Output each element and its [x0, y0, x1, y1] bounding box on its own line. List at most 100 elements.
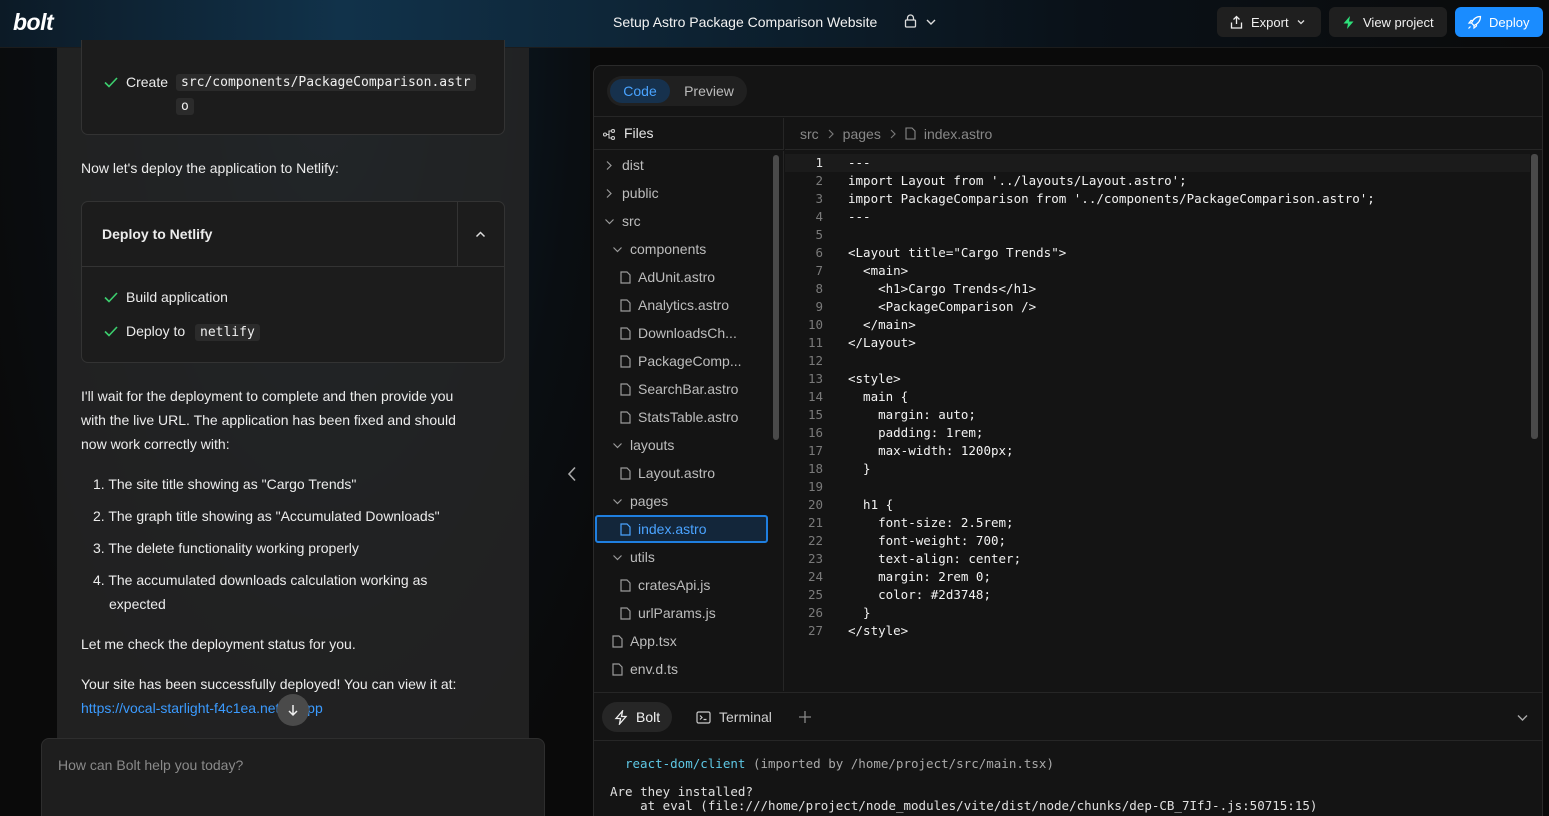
bolt-logo[interactable]: bolt — [13, 9, 54, 36]
deploy-step-label: Build application — [126, 289, 228, 305]
line-number: 23 — [807, 551, 823, 566]
view-switcher: Code Preview — [607, 76, 747, 106]
export-button[interactable]: Export — [1217, 7, 1321, 37]
tree-item-label: Analytics.astro — [638, 297, 730, 313]
plus-icon[interactable] — [798, 710, 812, 724]
code-line[interactable]: </style> — [848, 622, 1375, 640]
code-line[interactable]: } — [848, 604, 1375, 622]
folder-item[interactable]: components — [594, 235, 768, 263]
code-line[interactable]: color: #2d3748; — [848, 586, 1375, 604]
chevron-left-icon[interactable] — [566, 466, 578, 482]
scroll-to-bottom-button[interactable] — [277, 694, 309, 726]
file-item[interactable]: env.d.ts — [594, 655, 768, 683]
code-line[interactable] — [848, 352, 1375, 370]
code-line[interactable]: font-weight: 700; — [848, 532, 1375, 550]
files-label: Files — [624, 125, 654, 141]
code-line[interactable]: main { — [848, 388, 1375, 406]
code-line[interactable]: margin: 2rem 0; — [848, 568, 1375, 586]
prompt-input[interactable] — [58, 757, 528, 773]
tab-terminal[interactable]: Terminal — [684, 702, 784, 732]
project-title[interactable]: Setup Astro Package Comparison Website — [613, 14, 877, 30]
tree-item-label: App.tsx — [630, 633, 677, 649]
divider — [457, 202, 458, 267]
code-line[interactable]: --- — [848, 154, 1375, 172]
file-icon — [620, 466, 631, 480]
code-line[interactable]: </Layout> — [848, 334, 1375, 352]
file-item[interactable]: Layout.astro — [594, 459, 768, 487]
code-line[interactable]: } — [848, 460, 1375, 478]
lock-icon[interactable] — [904, 14, 917, 28]
deploy-target-code: netlify — [195, 324, 260, 341]
line-number: 6 — [815, 245, 823, 260]
view-project-button[interactable]: View project — [1329, 7, 1447, 37]
code-line[interactable]: import PackageComparison from '../compon… — [848, 190, 1375, 208]
code-line[interactable]: --- — [848, 208, 1375, 226]
file-item[interactable]: index.astro — [595, 515, 768, 543]
folder-item[interactable]: layouts — [594, 431, 768, 459]
file-item[interactable]: SearchBar.astro — [594, 375, 768, 403]
list-item: 4. The accumulated downloads calculation… — [93, 572, 428, 588]
terminal-output[interactable]: react-dom/client (imported by /home/proj… — [594, 742, 1542, 816]
workbench-header: Code Preview — [594, 66, 1542, 117]
line-number: 3 — [815, 191, 823, 206]
file-item[interactable]: StatsTable.astro — [594, 403, 768, 431]
chevron-right-icon — [828, 129, 834, 138]
file-item[interactable]: urlParams.js — [594, 599, 768, 627]
tab-code[interactable]: Code — [610, 79, 670, 103]
line-number: 10 — [807, 317, 823, 332]
code-line[interactable]: <PackageComparison /> — [848, 298, 1375, 316]
deploy-button[interactable]: Deploy — [1455, 7, 1543, 37]
check-icon — [104, 292, 118, 303]
code-line[interactable]: <h1>Cargo Trends</h1> — [848, 280, 1375, 298]
tree-item-label: urlParams.js — [638, 605, 716, 621]
chevron-up-icon[interactable] — [474, 228, 487, 241]
code-line[interactable]: import Layout from '../layouts/Layout.as… — [848, 172, 1375, 190]
check-icon — [104, 77, 118, 88]
tree-item-label: pages — [630, 493, 669, 509]
tree-item-label: components — [630, 241, 707, 257]
file-item[interactable]: PackageComp... — [594, 347, 768, 375]
chevron-down-icon[interactable] — [1516, 711, 1529, 724]
chevron-down-icon[interactable] — [925, 16, 937, 28]
file-tree-scrollbar[interactable] — [773, 155, 779, 440]
code-line[interactable]: h1 { — [848, 496, 1375, 514]
wait-paragraph-line: I'll wait for the deployment to complete… — [81, 388, 454, 404]
folder-item[interactable]: utils — [594, 543, 768, 571]
breadcrumb-item[interactable]: pages — [843, 126, 881, 142]
code-editor[interactable]: 1 2 3 4 5 6 7 8 9 10 11 12 13 14 15 16 17 18 19 20 21 22 23 24 2… — [785, 151, 1542, 691]
code-line[interactable]: padding: 1rem; — [848, 424, 1375, 442]
tab-preview[interactable]: Preview — [677, 79, 741, 103]
code-line[interactable] — [848, 226, 1375, 244]
terminal-module: react-dom/client — [625, 756, 746, 771]
folder-item[interactable]: public — [594, 179, 768, 207]
code-line[interactable]: font-size: 2.5rem; — [848, 514, 1375, 532]
chevron-down-icon — [613, 246, 622, 252]
line-number: 26 — [807, 605, 823, 620]
rocket-icon — [1467, 15, 1482, 29]
code-line[interactable]: margin: auto; — [848, 406, 1375, 424]
editor-scrollbar[interactable] — [1531, 154, 1538, 439]
folder-item[interactable]: dist — [594, 151, 768, 179]
code-line[interactable]: text-align: center; — [848, 550, 1375, 568]
tab-bolt[interactable]: Bolt — [602, 702, 673, 732]
breadcrumb-item[interactable]: index.astro — [924, 126, 992, 142]
code-line[interactable]: </main> — [848, 316, 1375, 334]
code-content[interactable]: --- import Layout from '../layouts/Layout… — [848, 154, 1375, 640]
folder-item[interactable]: src — [594, 207, 768, 235]
code-line[interactable]: max-width: 1200px; — [848, 442, 1375, 460]
code-line[interactable] — [848, 478, 1375, 496]
tree-item-label: layouts — [630, 437, 675, 453]
chevron-down-icon — [613, 442, 622, 448]
code-line[interactable]: <style> — [848, 370, 1375, 388]
file-item[interactable]: DownloadsCh... — [594, 319, 768, 347]
code-line[interactable]: <Layout title="Cargo Trends"> — [848, 244, 1375, 262]
file-item[interactable]: AdUnit.astro — [594, 263, 768, 291]
breadcrumb-item[interactable]: src — [800, 126, 819, 142]
folder-item[interactable]: pages — [594, 487, 768, 515]
file-item[interactable]: cratesApi.js — [594, 571, 768, 599]
code-line[interactable]: <main> — [848, 262, 1375, 280]
line-number: 7 — [815, 263, 823, 278]
file-icon — [620, 522, 631, 536]
file-item[interactable]: Analytics.astro — [594, 291, 768, 319]
file-item[interactable]: App.tsx — [594, 627, 768, 655]
